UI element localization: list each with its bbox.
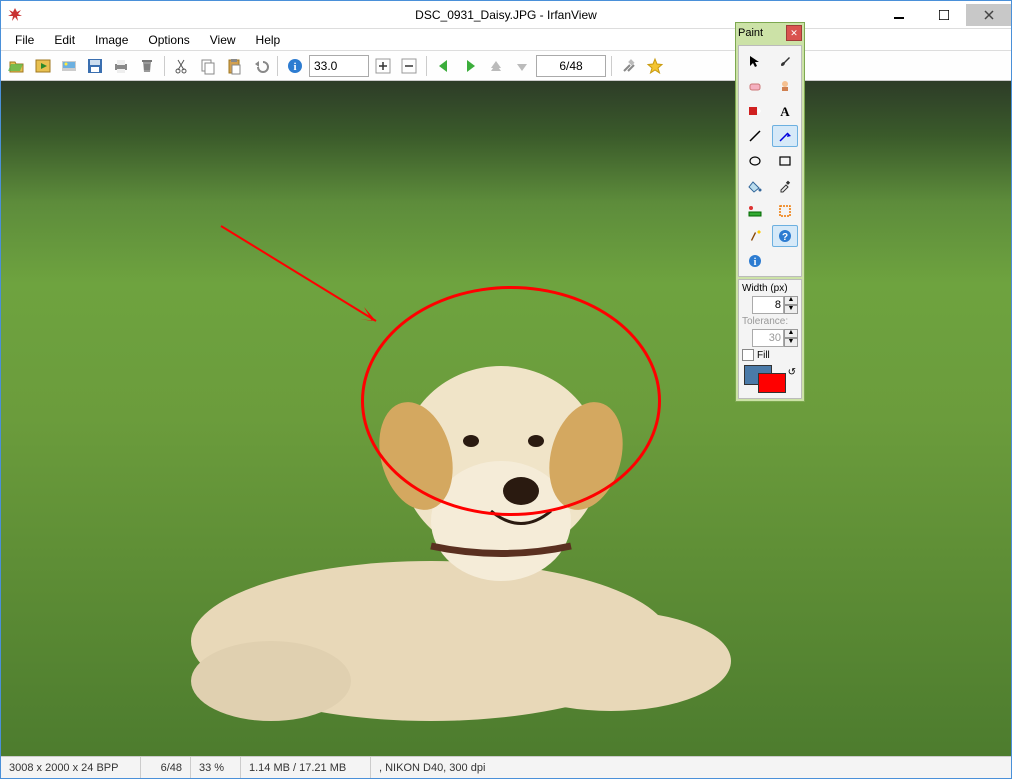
width-spinner[interactable]: ▲▼ bbox=[784, 296, 798, 314]
text-tool[interactable]: A bbox=[772, 100, 798, 122]
print-button[interactable] bbox=[109, 54, 133, 78]
info-button[interactable]: i bbox=[283, 54, 307, 78]
paste-button[interactable] bbox=[222, 54, 246, 78]
page-field[interactable] bbox=[536, 55, 606, 77]
window-title: DSC_0931_Daisy.JPG - IrfanView bbox=[415, 8, 597, 22]
minimize-button[interactable] bbox=[876, 4, 921, 26]
svg-text:i: i bbox=[754, 257, 757, 268]
paint-close-button[interactable]: ✕ bbox=[786, 25, 802, 41]
app-icon bbox=[7, 7, 23, 23]
svg-text:i: i bbox=[293, 61, 296, 73]
prev-image-button[interactable] bbox=[432, 54, 456, 78]
menu-options[interactable]: Options bbox=[138, 31, 199, 49]
tolerance-label: Tolerance: bbox=[742, 316, 798, 327]
status-dimensions: 3008 x 2000 x 24 BPP bbox=[1, 757, 141, 778]
help-tool[interactable]: ? bbox=[772, 225, 798, 247]
straighten-tool[interactable] bbox=[772, 200, 798, 222]
status-size: 1.14 MB / 17.21 MB bbox=[241, 757, 371, 778]
displayed-image bbox=[1, 81, 1011, 756]
rectangle-tool[interactable] bbox=[772, 150, 798, 172]
separator bbox=[426, 56, 427, 76]
tolerance-spinner[interactable]: ▲▼ bbox=[784, 329, 798, 347]
width-label: Width (px) bbox=[742, 283, 798, 294]
swap-colors-icon[interactable]: ↺ bbox=[788, 367, 796, 378]
separator bbox=[277, 56, 278, 76]
maximize-button[interactable] bbox=[921, 4, 966, 26]
menu-edit[interactable]: Edit bbox=[44, 31, 85, 49]
menu-file[interactable]: File bbox=[5, 31, 44, 49]
measure-tool[interactable] bbox=[742, 200, 768, 222]
fill-checkbox[interactable] bbox=[742, 349, 754, 361]
status-zoom: 33 % bbox=[191, 757, 241, 778]
paint-tools-grid: A ? i bbox=[738, 45, 802, 277]
statusbar: 3008 x 2000 x 24 BPP 6/48 33 % 1.14 MB /… bbox=[1, 756, 1011, 778]
paint-settings: Width (px) ▲▼ Tolerance: ▲▼ Fill ↺ bbox=[738, 279, 802, 399]
menu-help[interactable]: Help bbox=[246, 31, 291, 49]
titlebar: DSC_0931_Daisy.JPG - IrfanView bbox=[1, 1, 1011, 29]
width-input[interactable] bbox=[752, 296, 784, 314]
effects-tool[interactable] bbox=[742, 225, 768, 247]
line-tool[interactable] bbox=[742, 125, 768, 147]
clone-tool[interactable] bbox=[772, 75, 798, 97]
paint-title: Paint bbox=[738, 27, 763, 39]
tolerance-input[interactable] bbox=[752, 329, 784, 347]
settings-button[interactable] bbox=[617, 54, 641, 78]
rotate-tool[interactable] bbox=[742, 100, 768, 122]
copy-button[interactable] bbox=[196, 54, 220, 78]
first-image-button[interactable] bbox=[484, 54, 508, 78]
status-page: 6/48 bbox=[141, 757, 191, 778]
svg-text:A: A bbox=[780, 104, 790, 118]
menubar: File Edit Image Options View Help bbox=[1, 29, 1011, 51]
pointer-tool[interactable] bbox=[742, 50, 768, 72]
toolbar: i bbox=[1, 51, 1011, 81]
save-button[interactable] bbox=[83, 54, 107, 78]
window-controls bbox=[876, 4, 1011, 26]
eraser-tool[interactable] bbox=[742, 75, 768, 97]
svg-text:?: ? bbox=[781, 232, 787, 243]
zoom-combo[interactable] bbox=[309, 55, 369, 77]
open-button[interactable] bbox=[5, 54, 29, 78]
annotation-circle bbox=[361, 286, 661, 516]
next-image-button[interactable] bbox=[458, 54, 482, 78]
dog-subject bbox=[151, 361, 771, 741]
paint-palette[interactable]: Paint ✕ A ? i Width (px) ▲▼ Tolerance: ▲… bbox=[735, 22, 805, 402]
arrow-tool[interactable] bbox=[772, 125, 798, 147]
color-swatches: ↺ bbox=[742, 365, 798, 395]
status-camera: , NIKON D40, 300 dpi bbox=[371, 757, 1011, 778]
slideshow-button[interactable] bbox=[31, 54, 55, 78]
thumbnails-button[interactable] bbox=[57, 54, 81, 78]
annotation-arrow bbox=[216, 221, 396, 341]
menu-image[interactable]: Image bbox=[85, 31, 138, 49]
fill-label: Fill bbox=[757, 350, 770, 361]
menu-view[interactable]: View bbox=[200, 31, 246, 49]
image-viewport[interactable] bbox=[1, 81, 1011, 756]
zoom-out-button[interactable] bbox=[397, 54, 421, 78]
fill-tool[interactable] bbox=[742, 175, 768, 197]
separator bbox=[611, 56, 612, 76]
eyedropper-tool[interactable] bbox=[772, 175, 798, 197]
info-tool[interactable]: i bbox=[742, 250, 768, 272]
delete-button[interactable] bbox=[135, 54, 159, 78]
foreground-color[interactable] bbox=[758, 373, 786, 393]
favorite-button[interactable] bbox=[643, 54, 667, 78]
brush-tool[interactable] bbox=[772, 50, 798, 72]
last-image-button[interactable] bbox=[510, 54, 534, 78]
cut-button[interactable] bbox=[170, 54, 194, 78]
zoom-in-button[interactable] bbox=[371, 54, 395, 78]
paint-titlebar[interactable]: Paint ✕ bbox=[736, 23, 804, 43]
close-button[interactable] bbox=[966, 4, 1011, 26]
undo-button[interactable] bbox=[248, 54, 272, 78]
separator bbox=[164, 56, 165, 76]
ellipse-tool[interactable] bbox=[742, 150, 768, 172]
